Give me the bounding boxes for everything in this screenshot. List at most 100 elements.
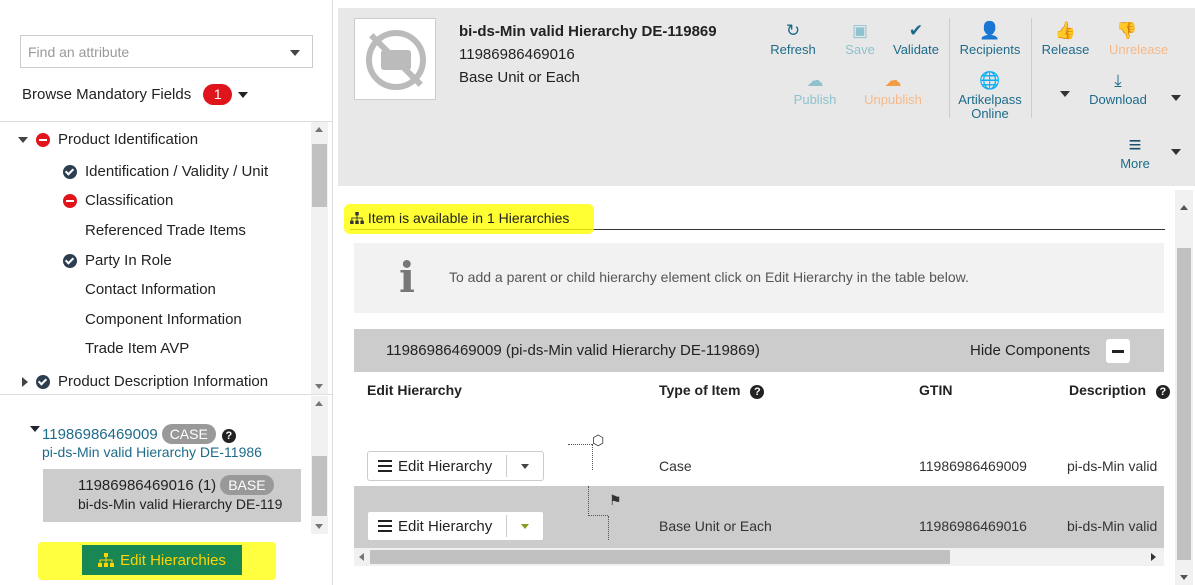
tree-item-identification-validity-unit[interactable]: Identification / Validity / Unit bbox=[63, 163, 268, 180]
box-icon: ⬡ bbox=[592, 432, 605, 448]
tree-item-contact-information[interactable]: Contact Information bbox=[85, 281, 216, 298]
unpublish-button[interactable]: ☁ Unpublish bbox=[858, 72, 928, 107]
scrollbar-thumb[interactable] bbox=[370, 550, 950, 564]
col-gtin[interactable]: GTIN bbox=[919, 382, 952, 398]
availability-header: Item is available in 1 Hierarchies bbox=[344, 204, 1165, 234]
chevron-down-icon[interactable] bbox=[521, 524, 529, 529]
help-icon[interactable]: ? bbox=[1155, 385, 1170, 399]
tree-item-label: Product Identification bbox=[58, 131, 199, 148]
scroll-down-icon[interactable] bbox=[1180, 575, 1188, 580]
chevron-down-icon[interactable] bbox=[238, 91, 249, 98]
scroll-down-icon[interactable] bbox=[315, 524, 323, 529]
check-icon bbox=[36, 374, 50, 389]
toolbar-divider bbox=[949, 18, 950, 118]
scroll-up-icon[interactable] bbox=[315, 401, 323, 406]
no-image-placeholder bbox=[354, 18, 436, 100]
download-button[interactable]: ⤓ Download bbox=[1083, 72, 1153, 107]
scroll-left-icon[interactable] bbox=[359, 553, 364, 561]
edit-hierarchy-button[interactable]: Edit Hierarchy bbox=[367, 511, 544, 541]
item-title: bi-ds-Min valid Hierarchy DE-119869 bbox=[459, 23, 717, 40]
parent-description[interactable]: pi-ds-Min valid Hierarchy DE-11986 bbox=[42, 444, 304, 460]
chevron-down-icon[interactable] bbox=[521, 464, 529, 469]
info-message: To add a parent or child hierarchy eleme… bbox=[449, 269, 969, 285]
chevron-down-icon[interactable] bbox=[1171, 95, 1181, 101]
chevron-down-icon[interactable] bbox=[1171, 149, 1181, 155]
tree-item-party-in-role[interactable]: Party In Role bbox=[63, 252, 172, 269]
check-icon: ✔ bbox=[908, 21, 924, 40]
row-gtin[interactable]: 11986986469016 bbox=[919, 518, 1027, 534]
tree-item-product-description-information[interactable]: Product Description Information bbox=[22, 373, 268, 390]
hierarchy-scrollbar[interactable] bbox=[311, 396, 328, 534]
item-title-block: bi-ds-Min valid Hierarchy DE-119869 1198… bbox=[459, 20, 717, 89]
hierarchy-grid-header: 11986986469009 (pi-ds-Min valid Hierarch… bbox=[354, 329, 1164, 372]
scrollbar-thumb[interactable] bbox=[312, 456, 327, 516]
type-badge: BASE bbox=[220, 475, 274, 495]
item-header: bi-ds-Min valid Hierarchy DE-119869 1198… bbox=[338, 8, 1195, 186]
chevron-down-icon[interactable] bbox=[1060, 91, 1070, 97]
check-icon bbox=[63, 253, 77, 268]
row-description: pi-ds-Min valid bbox=[1067, 458, 1158, 474]
more-button[interactable]: ≡ More bbox=[1110, 134, 1160, 171]
tree-scrollbar[interactable] bbox=[311, 122, 328, 394]
attribute-search-input[interactable] bbox=[21, 36, 271, 67]
tree-item-referenced-trade-items[interactable]: Referenced Trade Items bbox=[85, 222, 246, 239]
hierarchy-tree: 11986986469009 CASE? pi-ds-Min valid Hier… bbox=[0, 396, 333, 536]
item-unit: Base Unit or Each bbox=[459, 69, 580, 86]
toolbar-divider bbox=[1031, 18, 1032, 118]
help-icon[interactable]: ? bbox=[221, 429, 236, 443]
release-button[interactable]: 👍 Release bbox=[1038, 22, 1093, 57]
globe-icon: 🌐 bbox=[979, 71, 1001, 90]
artikelpass-online-button[interactable]: 🌐 Artikelpass Online bbox=[955, 72, 1025, 121]
expand-icon[interactable] bbox=[22, 376, 28, 387]
tree-item-component-information[interactable]: Component Information bbox=[85, 311, 242, 328]
refresh-button[interactable]: ↻ Refresh bbox=[763, 22, 823, 57]
scroll-down-icon[interactable] bbox=[315, 384, 323, 389]
child-description: bi-ds-Min valid Hierarchy DE-119 bbox=[78, 496, 283, 512]
scrollbar-thumb[interactable] bbox=[1177, 248, 1191, 560]
tree-item-trade-item-avp[interactable]: Trade Item AVP bbox=[85, 340, 189, 357]
tree-item-classification[interactable]: Classification bbox=[63, 192, 173, 209]
scrollbar-thumb[interactable] bbox=[312, 144, 327, 207]
edit-hierarchies-button[interactable]: Edit Hierarchies bbox=[82, 545, 242, 575]
tree-item-label: Trade Item AVP bbox=[85, 340, 190, 357]
expand-icon[interactable] bbox=[18, 136, 28, 143]
browse-mandatory-fields[interactable]: Browse Mandatory Fields 1 bbox=[22, 84, 249, 105]
tree-item-label: Party In Role bbox=[85, 252, 172, 269]
tree-item-label: Component Information bbox=[85, 311, 242, 328]
horizontal-scrollbar[interactable] bbox=[354, 548, 1164, 566]
hide-components-label: Hide Components bbox=[970, 342, 1091, 359]
hide-components-button[interactable] bbox=[1106, 339, 1130, 363]
parent-gtin[interactable]: 11986986469009 bbox=[42, 426, 158, 443]
tree-item-product-identification[interactable]: Product Identification bbox=[18, 131, 198, 148]
tree-item-label: Product Description Information bbox=[58, 373, 269, 390]
publish-button[interactable]: ☁ Publish bbox=[790, 72, 840, 107]
scroll-up-icon[interactable] bbox=[1180, 205, 1188, 210]
hierarchy-node-child[interactable]: 11986986469016 (1) BASE bi-ds-Min valid H… bbox=[43, 469, 301, 522]
col-type-of-item[interactable]: Type of Item ? bbox=[659, 382, 765, 399]
availability-text: Item is available in 1 Hierarchies bbox=[367, 210, 570, 226]
validate-button[interactable]: ✔ Validate bbox=[886, 22, 946, 57]
content-scrollbar[interactable] bbox=[1175, 190, 1193, 585]
edit-hierarchy-button[interactable]: Edit Hierarchy bbox=[367, 451, 544, 481]
thumbs-up-icon: 👍 bbox=[1054, 21, 1077, 40]
col-description[interactable]: Description ? bbox=[1069, 382, 1170, 399]
list-icon bbox=[378, 520, 392, 532]
cloud-download-icon: ☁ bbox=[884, 71, 902, 90]
table-row[interactable]: Edit Hierarchy ⚑ Base Unit or Each 11986… bbox=[354, 486, 1164, 550]
row-gtin[interactable]: 11986986469009 bbox=[919, 458, 1027, 474]
help-icon[interactable]: ? bbox=[750, 385, 765, 399]
check-icon bbox=[63, 164, 77, 179]
row-type: Base Unit or Each bbox=[659, 518, 772, 534]
recipients-button[interactable]: 👤 Recipients bbox=[955, 22, 1025, 57]
hierarchy-node-parent[interactable]: 11986986469009 CASE? pi-ds-Min valid Hier… bbox=[42, 424, 306, 460]
scroll-up-icon[interactable] bbox=[315, 127, 323, 132]
tree-item-label: Referenced Trade Items bbox=[85, 222, 246, 239]
chevron-down-icon[interactable] bbox=[290, 50, 300, 56]
attribute-search[interactable] bbox=[20, 35, 313, 68]
unrelease-button[interactable]: 👎 Unrelease bbox=[1100, 22, 1195, 57]
collapse-icon[interactable] bbox=[30, 426, 40, 432]
scroll-right-icon[interactable] bbox=[1151, 553, 1156, 561]
thumbs-down-icon: 👎 bbox=[1116, 22, 1138, 40]
table-row[interactable]: Edit Hierarchy ⬡ Case 11986986469009 pi-… bbox=[354, 422, 1164, 486]
save-button[interactable]: ▣ Save bbox=[840, 22, 880, 57]
